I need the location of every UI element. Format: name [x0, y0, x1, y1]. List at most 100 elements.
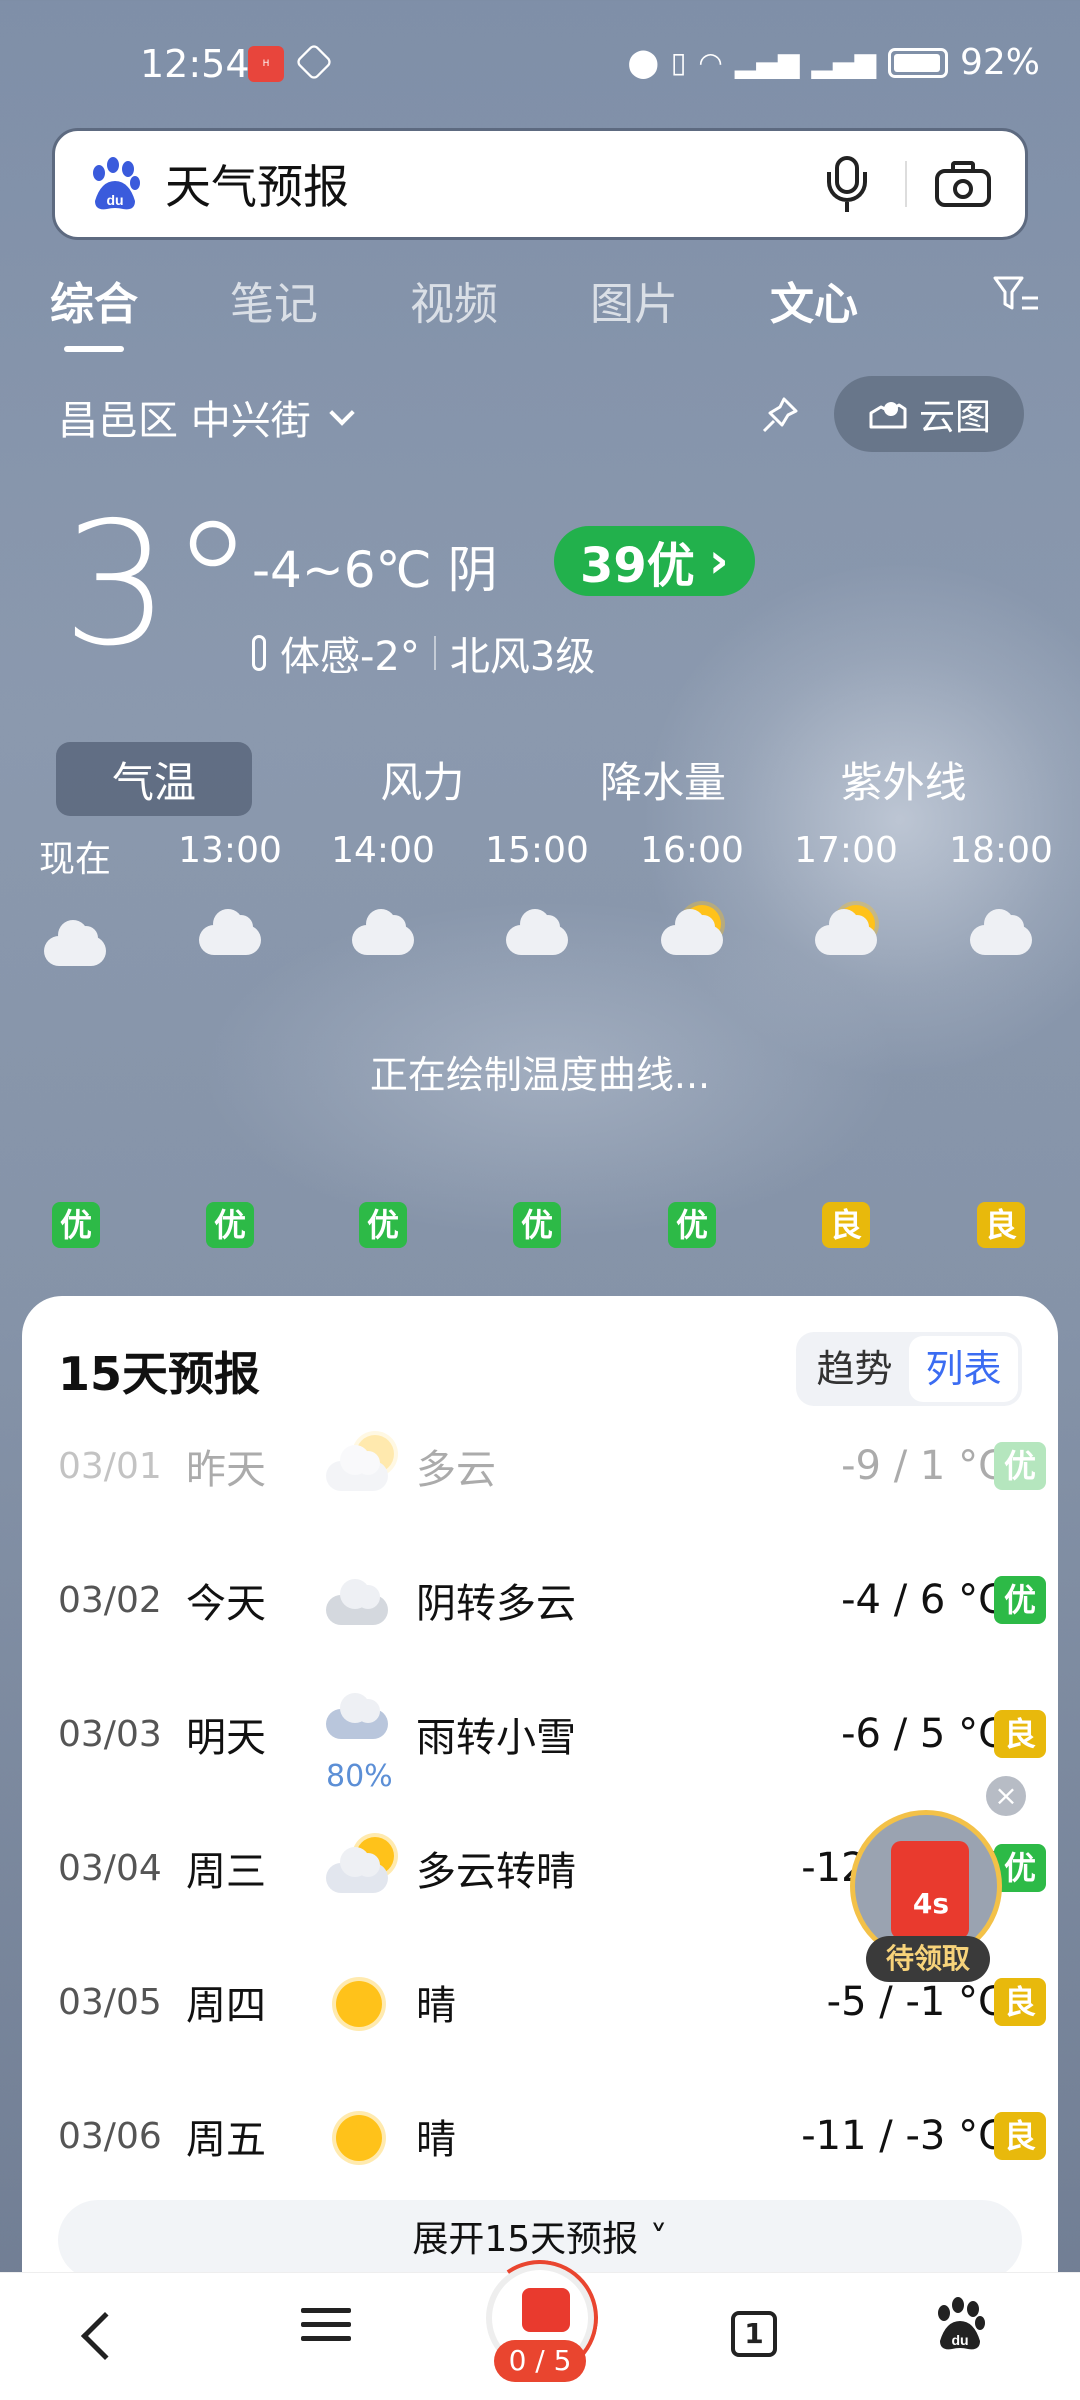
hour-item: 现在 — [10, 830, 140, 972]
day-name: 周五 — [186, 2117, 266, 2163]
cloud-map-label: 云图 — [918, 397, 991, 438]
chevron-down-icon: ˅ — [649, 2219, 668, 2260]
baidu-home-button[interactable]: du — [930, 2295, 1010, 2365]
toggle-trend[interactable]: 趋势 — [800, 1336, 909, 1402]
hour-item: 13:00 — [165, 830, 295, 961]
menu-button[interactable] — [286, 2299, 366, 2369]
hour-time: 18:00 — [949, 830, 1053, 871]
tab-comprehensive[interactable]: 综合 — [50, 268, 138, 352]
hour-time: 现在 — [38, 839, 111, 880]
status-bar: 12:54 H ⬤ ▯ ◠ ▂▄▆ ▂▄▆ 92% — [0, 0, 1080, 130]
day-row[interactable]: 03/01 昨天 多云 -9 / 1 °C 优 — [58, 1426, 1046, 1506]
feels-like-row: 体感-2° 北风3级 — [252, 624, 595, 682]
rain-probability: 80% — [326, 1759, 393, 1794]
search-bar[interactable]: du 天气预报 — [52, 128, 1028, 240]
feels-like: 体感-2° — [280, 634, 420, 680]
status-time: 12:54 — [140, 42, 250, 86]
aq-chip: 优 — [668, 1202, 716, 1248]
tab-video[interactable]: 视频 — [410, 268, 498, 332]
microphone-icon[interactable] — [825, 154, 869, 214]
day-desc: 晴 — [416, 1983, 456, 2029]
cloudy-icon — [348, 905, 418, 961]
aq-chip: 优 — [359, 1202, 407, 1248]
toggle-list[interactable]: 列表 — [909, 1336, 1018, 1402]
close-icon[interactable]: × — [986, 1776, 1026, 1816]
day-row[interactable]: 03/02 今天 阴转多云 -4 / 6 °C 优 — [58, 1560, 1046, 1640]
day-aq: 良 — [994, 1978, 1046, 2026]
cloud-map-button[interactable]: 云图 — [834, 376, 1024, 452]
day-date: 03/04 — [58, 1847, 162, 1889]
aqi-value: 39优 — [580, 538, 695, 594]
reward-progress: 0 / 5 — [494, 2340, 586, 2382]
day-aq: 优 — [994, 1576, 1046, 1624]
day-date: 03/06 — [58, 2115, 162, 2157]
divider — [433, 636, 436, 670]
partly-sunny-icon — [811, 905, 881, 961]
vibrate-icon: ▯ — [670, 46, 687, 79]
tab-notes[interactable]: 笔记 — [230, 268, 318, 332]
cloudy-icon — [40, 916, 110, 972]
seg-temperature[interactable]: 气温 — [56, 742, 252, 816]
partly-sunny-icon — [326, 1833, 416, 1903]
hour-item: 18:00 — [936, 830, 1066, 961]
day-name: 昨天 — [186, 1447, 266, 1493]
chart-loading-text: 正在绘制温度曲线... — [369, 1053, 711, 1097]
baidu-paw-icon: du — [85, 155, 143, 213]
partly-sunny-icon — [657, 905, 727, 961]
aq-chip: 良 — [822, 1202, 870, 1248]
hour-item: 15:00 — [472, 830, 602, 961]
svg-text:du: du — [106, 192, 123, 208]
day-row[interactable]: 03/03 明天 80% 雨转小雪 -6 / 5 °C 良 — [58, 1693, 1046, 1794]
search-input[interactable]: 天气预报 — [165, 151, 825, 217]
day-name: 周三 — [186, 1849, 266, 1895]
day-desc: 多云转晴 — [416, 1849, 576, 1895]
svg-text:du: du — [951, 2332, 968, 2348]
filter-icon[interactable] — [992, 274, 1040, 316]
back-button[interactable] — [64, 2303, 144, 2373]
hand-icon — [294, 42, 334, 82]
current-temperature: 3° — [62, 486, 256, 684]
aqi-badge[interactable]: 39优 › — [554, 526, 755, 596]
day-desc: 雨转小雪 — [416, 1715, 576, 1761]
sunny-icon — [326, 2101, 416, 2171]
sunny-icon — [326, 1967, 416, 2037]
view-toggle: 趋势 列表 — [796, 1332, 1022, 1406]
cloudy-icon — [326, 1565, 416, 1635]
temperature-range: -4~6℃ 阴 — [252, 541, 498, 599]
day-name: 今天 — [186, 1581, 266, 1627]
day-row[interactable]: 03/06 周五 晴 -11 / -3 °C 良 — [58, 2096, 1046, 2176]
day-name: 明天 — [186, 1715, 266, 1761]
hour-time: 17:00 — [794, 830, 898, 871]
claim-label[interactable]: 待领取 — [866, 1936, 990, 1982]
day-temp: -11 / -3 °C — [801, 2113, 1006, 2159]
expand-label: 展开15天预报 — [412, 2219, 639, 2260]
tab-wenxin[interactable]: 文心 — [770, 268, 858, 332]
day-temp: -4 / 6 °C — [841, 1577, 1006, 1623]
status-icons: ⬤ ▯ ◠ ▂▄▆ ▂▄▆ 92% — [628, 42, 1040, 83]
day-temp: -9 / 1 °C — [841, 1443, 1006, 1489]
hour-time: 16:00 — [640, 830, 744, 871]
hour-time: 15:00 — [485, 830, 589, 871]
tab-images[interactable]: 图片 — [590, 268, 678, 332]
rain-icon: 80% — [326, 1693, 416, 1794]
chart-type-selector: 气温 风力 降水量 紫外线 — [56, 742, 1024, 816]
search-tabs: 综合 笔记 视频 图片 文心 — [50, 268, 1040, 352]
day-aq: 优 — [994, 1442, 1046, 1490]
tabs-button[interactable]: 1 — [714, 2303, 794, 2373]
hour-item: 16:00 — [627, 830, 757, 961]
seg-uv[interactable]: 紫外线 — [783, 742, 1024, 816]
camera-icon[interactable] — [935, 161, 991, 207]
chevron-right-icon: › — [708, 533, 729, 589]
pin-icon[interactable] — [760, 395, 800, 435]
forecast-title: 15天预报 — [58, 1347, 261, 1401]
day-temp: -6 / 5 °C — [841, 1711, 1006, 1757]
location-selector[interactable]: 昌邑区 中兴街 — [58, 388, 355, 446]
day-aq: 良 — [994, 2112, 1046, 2160]
location-icon: ⬤ — [627, 46, 659, 79]
baidu-paw-icon: du — [938, 2297, 985, 2350]
seg-wind[interactable]: 风力 — [302, 742, 543, 816]
day-date: 03/03 — [58, 1713, 162, 1755]
wifi-icon: ◠ — [698, 46, 723, 79]
day-date: 03/01 — [58, 1445, 162, 1487]
seg-precipitation[interactable]: 降水量 — [543, 742, 784, 816]
